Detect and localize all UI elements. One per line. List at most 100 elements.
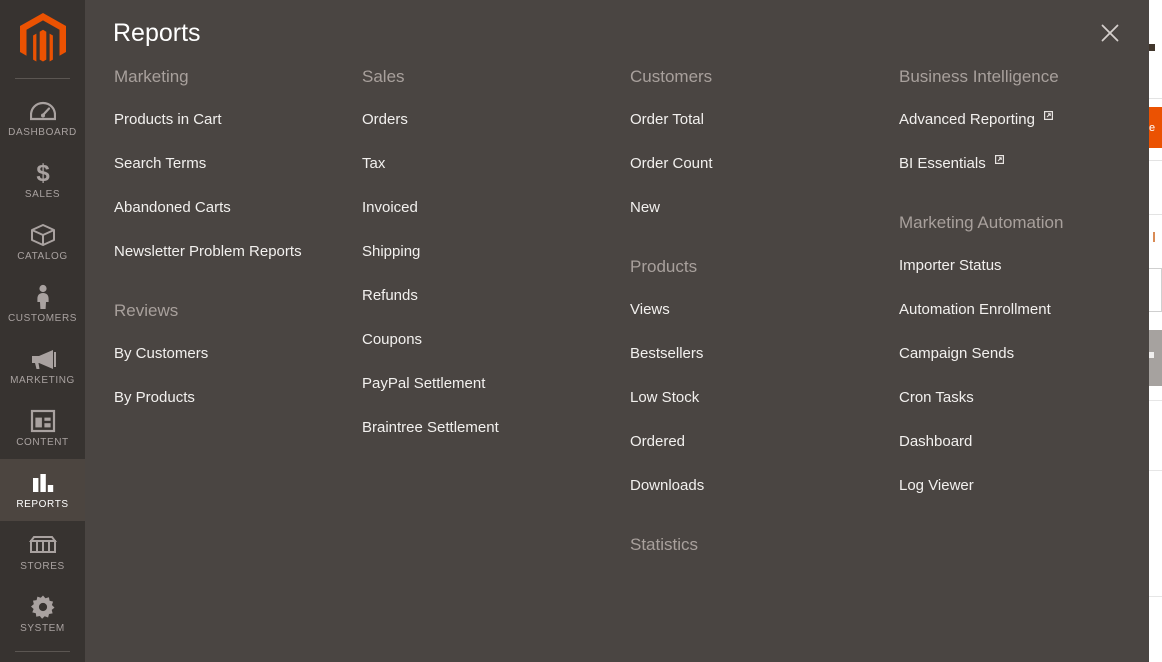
sidebar-item-dashboard[interactable]: DASHBOARD (0, 87, 85, 149)
sidebar-item-label: REPORTS (16, 499, 69, 510)
dashboard-gauge-icon (29, 98, 56, 124)
menu-item-label: BI Essentials (899, 155, 986, 172)
bar-chart-icon (30, 470, 56, 496)
menu-item-automation-enrollment[interactable]: Automation Enrollment (899, 300, 1133, 320)
menu-item-order-count[interactable]: Order Count (630, 154, 888, 174)
sidebar-item-reports[interactable]: REPORTS (0, 459, 85, 521)
menu-item-label: Advanced Reporting (899, 111, 1035, 128)
layout-page-icon (30, 408, 56, 434)
sidebar-item-content[interactable]: CONTENT (0, 397, 85, 459)
external-link-icon (1044, 111, 1054, 120)
menu-item-paypal-settlement[interactable]: PayPal Settlement (362, 374, 620, 394)
menu-item-search-terms[interactable]: Search Terms (114, 154, 352, 174)
menu-item-bi-essentials[interactable]: BI Essentials (899, 154, 1133, 174)
menu-item-bestsellers[interactable]: Bestsellers (630, 344, 888, 364)
sidebar-item-system[interactable]: SYSTEM (0, 583, 85, 645)
sidebar-item-catalog[interactable]: CATALOG (0, 211, 85, 273)
magento-admin-screen: e DASHBOARD $ SALES CATALOG CUSTOMERS MA… (0, 0, 1162, 662)
sidebar-item-label: SYSTEM (20, 623, 65, 634)
menu-item-shipping[interactable]: Shipping (362, 242, 620, 262)
sidebar-item-customers[interactable]: CUSTOMERS (0, 273, 85, 335)
sidebar-item-extensions[interactable] (0, 658, 85, 662)
external-link-icon (994, 155, 1004, 164)
menu-column-sales: Sales Orders Tax Invoiced Shipping Refun… (352, 66, 620, 662)
menu-group-marketing-automation: Marketing Automation Importer Status Aut… (899, 212, 1133, 496)
menu-group-sales: Sales Orders Tax Invoiced Shipping Refun… (362, 66, 620, 438)
magento-logo-icon (19, 13, 66, 65)
page-primary-button-label: e (1149, 122, 1156, 134)
sidebar-item-label: CATALOG (17, 251, 68, 262)
sidebar-item-label: SALES (24, 189, 61, 200)
menu-group-reviews: Reviews By Customers By Products (114, 300, 352, 408)
sidebar-item-label: CUSTOMERS (7, 313, 78, 324)
menu-column-marketing: Marketing Products in Cart Search Terms … (85, 66, 352, 662)
menu-item-campaign-sends[interactable]: Campaign Sends (899, 344, 1133, 364)
megaphone-icon (29, 346, 57, 372)
menu-item-low-stock[interactable]: Low Stock (630, 388, 888, 408)
menu-item-products-in-cart[interactable]: Products in Cart (114, 110, 352, 130)
menu-item-new[interactable]: New (630, 198, 888, 218)
sidebar-item-stores[interactable]: STORES (0, 521, 85, 583)
menu-group-products: Products Views Bestsellers Low Stock Ord… (630, 256, 888, 496)
menu-item-dashboard[interactable]: Dashboard (899, 432, 1133, 452)
menu-item-by-products[interactable]: By Products (114, 388, 352, 408)
menu-header: Reports (85, 0, 1149, 66)
svg-text:$: $ (36, 160, 50, 186)
menu-item-cron-tasks[interactable]: Cron Tasks (899, 388, 1133, 408)
menu-item-coupons[interactable]: Coupons (362, 330, 620, 350)
sidebar-item-marketing[interactable]: MARKETING (0, 335, 85, 397)
gear-icon (30, 594, 56, 620)
admin-sidebar: DASHBOARD $ SALES CATALOG CUSTOMERS MARK… (0, 0, 85, 662)
box-icon (30, 222, 56, 248)
sidebar-item-sales[interactable]: $ SALES (0, 149, 85, 211)
page-fragment-dot (1149, 44, 1155, 51)
page-fragment-tick (1153, 232, 1155, 242)
menu-group-title: Marketing Automation (899, 213, 1064, 232)
menu-column-business-intelligence: Business Intelligence Advanced Reporting… (888, 66, 1133, 662)
menu-item-views[interactable]: Views (630, 300, 888, 320)
menu-group-title: Sales (362, 67, 405, 86)
close-menu-button[interactable] (1093, 16, 1127, 50)
page-input-fragment[interactable] (1148, 268, 1162, 312)
dollar-sign-icon: $ (34, 160, 52, 186)
menu-group-title: Statistics (630, 535, 699, 554)
close-icon (1099, 22, 1121, 44)
menu-item-tax[interactable]: Tax (362, 154, 620, 174)
sidebar-item-label: MARKETING (10, 375, 75, 386)
menu-group-title: Customers (630, 67, 713, 86)
menu-item-importer-status[interactable]: Importer Status (899, 256, 1133, 276)
menu-group-title: Business Intelligence (899, 67, 1059, 86)
storefront-icon (28, 532, 57, 558)
menu-group-title: Reviews (114, 301, 179, 320)
menu-item-refunds[interactable]: Refunds (362, 286, 620, 306)
menu-group-title: Marketing (114, 67, 189, 86)
sidebar-item-label: STORES (20, 561, 65, 572)
sidebar-item-label: CONTENT (16, 437, 69, 448)
menu-column-customers: Customers Order Total Order Count New Pr… (620, 66, 888, 662)
sidebar-item-label: DASHBOARD (8, 127, 77, 138)
menu-item-invoiced[interactable]: Invoiced (362, 198, 620, 218)
menu-item-abandoned-carts[interactable]: Abandoned Carts (114, 198, 352, 218)
menu-item-orders[interactable]: Orders (362, 110, 620, 130)
menu-item-newsletter-problem-reports[interactable]: Newsletter Problem Reports (114, 242, 352, 262)
menu-columns: Marketing Products in Cart Search Terms … (85, 66, 1149, 662)
menu-group-statistics: Statistics (630, 534, 888, 556)
menu-item-by-customers[interactable]: By Customers (114, 344, 352, 364)
page-title: Reports (113, 19, 201, 47)
menu-item-braintree-settlement[interactable]: Braintree Settlement (362, 418, 620, 438)
menu-group-customers: Customers Order Total Order Count New (630, 66, 888, 218)
magento-logo[interactable] (0, 0, 85, 78)
menu-item-order-total[interactable]: Order Total (630, 110, 888, 130)
menu-item-downloads[interactable]: Downloads (630, 476, 888, 496)
reports-menu-overlay: Reports Marketing Products in Cart Searc… (85, 0, 1149, 662)
sidebar-divider (15, 78, 70, 79)
page-grey-block-icon (1149, 352, 1154, 358)
menu-item-ordered[interactable]: Ordered (630, 432, 888, 452)
menu-group-marketing: Marketing Products in Cart Search Terms … (114, 66, 352, 262)
menu-item-advanced-reporting[interactable]: Advanced Reporting (899, 110, 1133, 130)
menu-group-title: Products (630, 257, 698, 276)
menu-item-log-viewer[interactable]: Log Viewer (899, 476, 1133, 496)
sidebar-divider (15, 651, 70, 652)
person-icon (35, 284, 51, 310)
menu-group-business-intelligence: Business Intelligence Advanced Reporting… (899, 66, 1133, 174)
